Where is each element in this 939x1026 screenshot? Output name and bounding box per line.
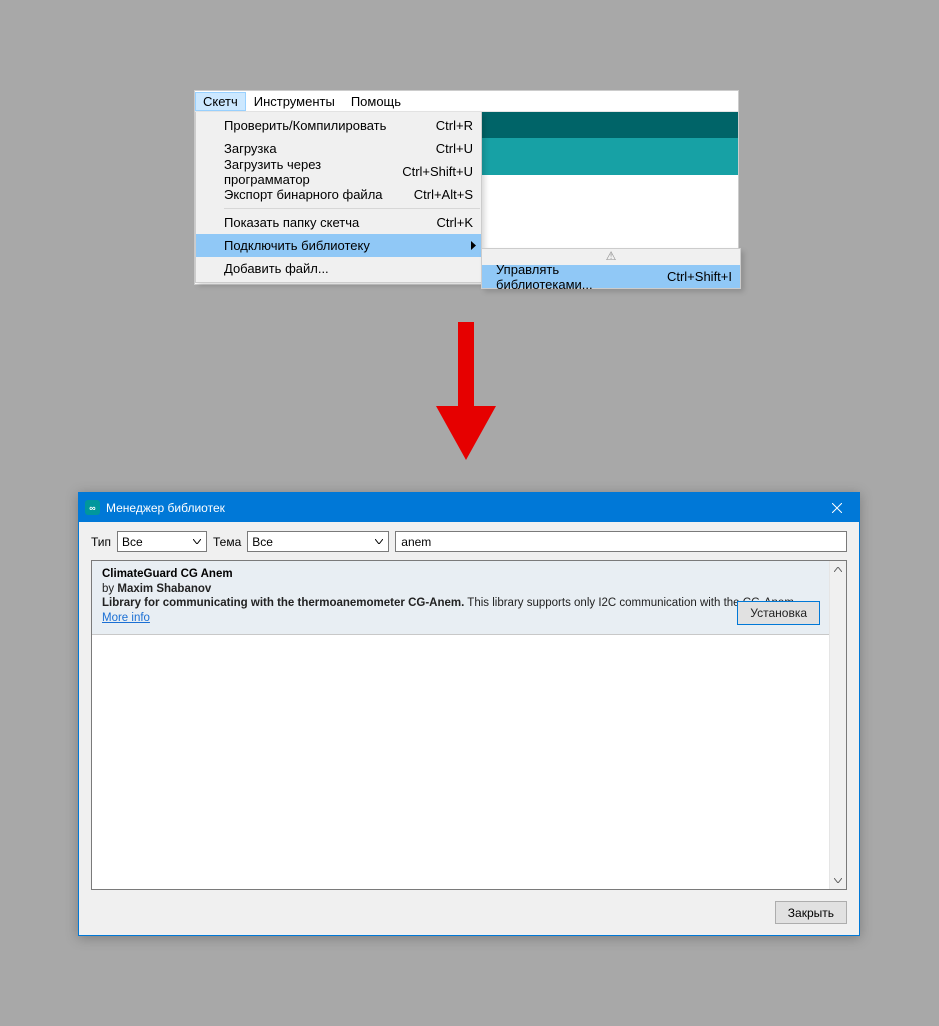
library-card[interactable]: ClimateGuard CG Anem by Maxim Shabanov L… [92, 561, 829, 635]
type-label: Тип [91, 535, 111, 549]
menu-separator [224, 208, 480, 209]
menu-label: Показать папку скетча [224, 215, 427, 230]
results-panel: ClimateGuard CG Anem by Maxim Shabanov L… [91, 560, 847, 890]
menu-shortcut: Ctrl+U [436, 141, 473, 156]
arrow-down-icon [436, 322, 496, 460]
close-button[interactable]: Закрыть [775, 901, 847, 924]
editor-toolbar-area: Проверить/Компилировать Ctrl+R Загрузка … [195, 112, 738, 284]
menu-shortcut: Ctrl+K [437, 215, 473, 230]
menu-shortcut: Ctrl+Shift+U [402, 164, 473, 179]
menu-help[interactable]: Помощь [343, 92, 409, 111]
library-manager-dialog: ∞ Менеджер библиотек Тип Все Тема Все Cl… [78, 492, 860, 936]
menu-verify-compile[interactable]: Проверить/Компилировать Ctrl+R [196, 114, 481, 137]
menu-label: Проверить/Компилировать [224, 118, 426, 133]
dialog-footer: Закрыть [79, 897, 859, 935]
menu-tools[interactable]: Инструменты [246, 92, 343, 111]
chevron-down-icon [834, 878, 842, 883]
close-icon [832, 503, 842, 513]
chevron-right-icon [471, 238, 476, 253]
results-list: ClimateGuard CG Anem by Maxim Shabanov L… [92, 561, 829, 889]
menu-upload-programmer[interactable]: Загрузить через программатор Ctrl+Shift+… [196, 160, 481, 183]
menu-label: Загрузка [224, 141, 426, 156]
chevron-down-icon [373, 539, 384, 544]
dialog-close-x[interactable] [814, 493, 859, 522]
submenu-manage-libraries[interactable]: Управлять библиотеками... Ctrl+Shift+I [482, 265, 740, 288]
menu-add-file[interactable]: Добавить файл... [196, 257, 481, 280]
menu-show-sketch-folder[interactable]: Показать папку скетча Ctrl+K [196, 211, 481, 234]
menu-shortcut: Ctrl+R [436, 118, 473, 133]
title-stripe [482, 112, 738, 138]
topic-label: Тема [213, 535, 241, 549]
menu-sketch[interactable]: Скетч [195, 92, 246, 111]
search-input[interactable] [395, 531, 847, 552]
library-name: ClimateGuard CG Anem [102, 568, 819, 580]
submenu-label: Управлять библиотеками... [496, 262, 657, 292]
type-select[interactable]: Все [117, 531, 207, 552]
submenu-shortcut: Ctrl+Shift+I [667, 269, 732, 284]
menu-bar: Скетч Инструменты Помощь [195, 91, 738, 112]
library-desc-bold: Library for communicating with the therm… [102, 597, 464, 609]
library-description: Library for communicating with the therm… [102, 596, 819, 612]
library-author: Maxim Shabanov [117, 583, 211, 595]
arduino-menu-window: Скетч Инструменты Помощь Проверить/Компи… [194, 90, 739, 285]
dialog-title: Менеджер библиотек [106, 501, 814, 515]
scroll-down-button[interactable] [830, 872, 846, 889]
filter-row: Тип Все Тема Все [79, 522, 859, 560]
menu-label: Подключить библиотеку [224, 238, 473, 253]
more-info-link[interactable]: More info [102, 612, 150, 624]
chevron-up-icon [834, 567, 842, 572]
sketch-dropdown: Проверить/Компилировать Ctrl+R Загрузка … [195, 112, 482, 283]
include-library-submenu: ⚠ Управлять библиотеками... Ctrl+Shift+I [481, 248, 741, 289]
topic-value: Все [252, 535, 373, 549]
results-scrollbar[interactable] [829, 561, 846, 889]
scroll-up-button[interactable] [830, 561, 846, 578]
menu-shortcut: Ctrl+Alt+S [414, 187, 473, 202]
install-button[interactable]: Установка [737, 601, 820, 625]
by-word: by [102, 583, 114, 595]
arduino-app-icon: ∞ [85, 500, 100, 515]
chevron-down-icon [191, 539, 202, 544]
library-author-line: by Maxim Shabanov [102, 583, 819, 595]
menu-label: Добавить файл... [224, 261, 473, 276]
dialog-title-bar: ∞ Менеджер библиотек [79, 493, 859, 522]
menu-export-binary[interactable]: Экспорт бинарного файла Ctrl+Alt+S [196, 183, 481, 206]
type-value: Все [122, 535, 191, 549]
topic-select[interactable]: Все [247, 531, 389, 552]
menu-include-library[interactable]: Подключить библиотеку [196, 234, 481, 257]
toolbar-stripe [482, 138, 738, 175]
menu-label: Экспорт бинарного файла [224, 187, 404, 202]
menu-label: Загрузить через программатор [224, 157, 392, 187]
